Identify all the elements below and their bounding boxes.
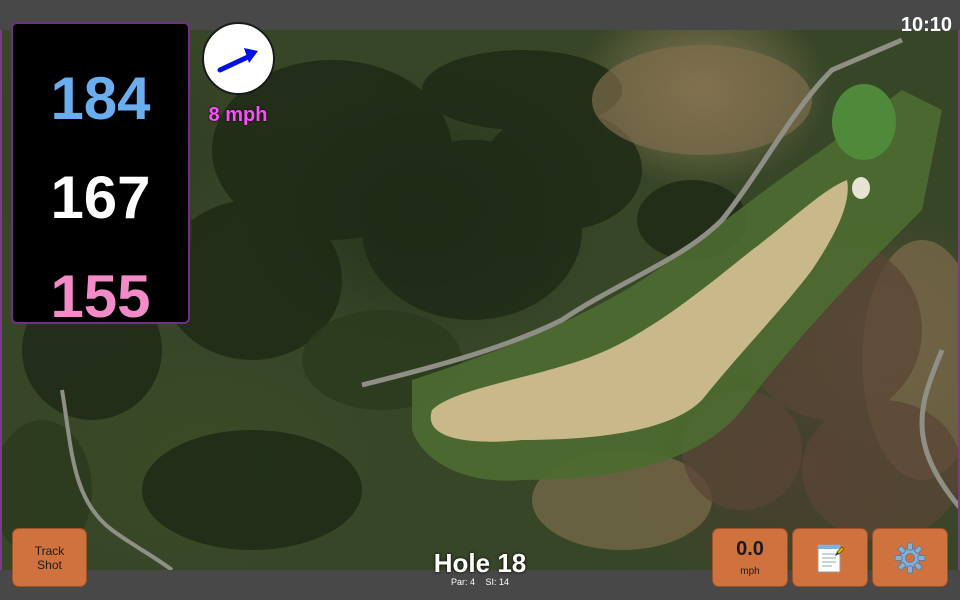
speed-value: 0.0	[736, 538, 764, 560]
hole-stroke-index: SI: 14	[485, 577, 510, 587]
distance-panel: 184 167 155	[11, 22, 190, 330]
gear-icon	[894, 542, 926, 573]
track-shot-label-line1: Track	[34, 543, 65, 558]
back-distance: 184	[50, 65, 151, 132]
arrow-icon	[217, 48, 258, 73]
notepad-icon	[817, 544, 845, 572]
settings-button[interactable]	[872, 528, 948, 587]
track-shot-label-line2: Shot	[37, 557, 62, 572]
middle-distance: 167	[50, 164, 151, 231]
wind-direction-indicator	[202, 22, 275, 95]
front-distance: 155	[50, 263, 151, 330]
clock: 10:10	[900, 14, 952, 36]
hole-par: Par: 4	[450, 577, 475, 587]
wind-speed-label: 8 mph	[208, 104, 268, 126]
hole-meta: Par: 4 SI: 14	[380, 577, 580, 587]
track-shot-button[interactable]: Track Shot	[12, 528, 87, 587]
notes-button[interactable]	[792, 528, 868, 587]
speed-unit: mph	[740, 566, 760, 577]
speed-button[interactable]: 0.0 mph	[712, 528, 788, 587]
hole-title: Hole 18	[433, 548, 527, 578]
